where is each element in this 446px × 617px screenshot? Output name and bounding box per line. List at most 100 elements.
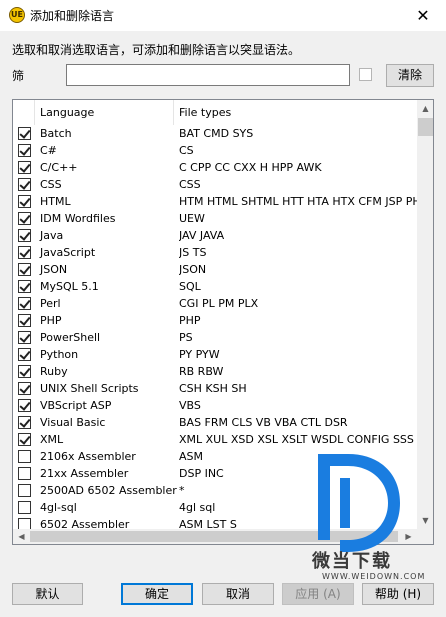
language-checkbox[interactable] (18, 399, 31, 412)
list-item[interactable]: JSON JSON (13, 261, 417, 278)
language-name: MySQL 5.1 (40, 280, 99, 293)
list-item[interactable]: JavaScript JS TS (13, 244, 417, 261)
file-types: UEW (179, 212, 205, 225)
language-name: VBScript ASP (40, 399, 112, 412)
list-item[interactable]: XML XML XUL XSD XSL XSLT WSDL CONFIG SSS (13, 431, 417, 448)
file-types: JSON (179, 263, 207, 276)
file-types: SQL (179, 280, 201, 293)
watermark-brand: 微当下载 (312, 551, 392, 572)
language-name: 2106x Assembler (40, 450, 136, 463)
list-item[interactable]: UNIX Shell Scripts CSH KSH SH (13, 380, 417, 397)
window-title: 添加和删除语言 (30, 9, 115, 23)
language-checkbox[interactable] (18, 144, 31, 157)
filter-input[interactable] (66, 64, 350, 86)
file-types: VBS (179, 399, 201, 412)
list-item[interactable]: Perl CGI PL PM PLX (13, 295, 417, 312)
language-checkbox[interactable] (18, 331, 31, 344)
filter-label: 筛 (12, 69, 25, 83)
language-name: C/C++ (40, 161, 78, 174)
language-checkbox[interactable] (18, 348, 31, 361)
list-item[interactable]: IDM Wordfiles UEW (13, 210, 417, 227)
default-button[interactable]: 默认 (12, 583, 83, 605)
language-checkbox[interactable] (18, 246, 31, 259)
file-types: CSS (179, 178, 201, 191)
list-item[interactable]: Ruby RB RBW (13, 363, 417, 380)
scroll-left-icon[interactable]: ◀ (13, 529, 30, 544)
clear-button[interactable]: 清除 (386, 64, 434, 87)
language-checkbox[interactable] (18, 518, 31, 529)
watermark-url: WWW.WEIDOWN.COM (322, 572, 426, 581)
language-checkbox[interactable] (18, 450, 31, 463)
file-types: C CPP CC CXX H HPP AWK (179, 161, 322, 174)
language-name: Perl (40, 297, 61, 310)
file-types: PS (179, 331, 193, 344)
title-bar: UE 添加和删除语言 ✕ (0, 0, 446, 31)
language-checkbox[interactable] (18, 382, 31, 395)
language-checkbox[interactable] (18, 433, 31, 446)
language-checkbox[interactable] (18, 297, 31, 310)
file-types: CGI PL PM PLX (179, 297, 259, 310)
language-checkbox[interactable] (18, 263, 31, 276)
cancel-button[interactable]: 取消 (202, 583, 274, 605)
language-name: XML (40, 433, 64, 446)
header-language[interactable]: Language (35, 100, 174, 125)
file-types: JS TS (179, 246, 207, 259)
language-checkbox[interactable] (18, 178, 31, 191)
file-types: PY PYW (179, 348, 220, 361)
language-name: 2500AD 6502 Assembler (40, 484, 177, 497)
language-name: C# (40, 144, 57, 157)
language-checkbox[interactable] (18, 127, 31, 140)
language-name: PowerShell (40, 331, 101, 344)
list-item[interactable]: CSS CSS (13, 176, 417, 193)
close-button[interactable]: ✕ (400, 0, 446, 31)
vertical-scroll-thumb[interactable] (418, 118, 433, 136)
list-item[interactable]: Visual Basic BAS FRM CLS VB VBA CTL DSR (13, 414, 417, 431)
file-types: CS (179, 144, 194, 157)
apply-button[interactable]: 应用 (A) (282, 583, 354, 605)
list-header: Language File types (13, 100, 417, 125)
language-name: 21xx Assembler (40, 467, 129, 480)
language-checkbox[interactable] (18, 416, 31, 429)
instructions-text: 选取和取消选取语言，可添加和删除语言以突显语法。 (12, 43, 301, 57)
file-types: PHP (179, 314, 201, 327)
language-name: HTML (40, 195, 71, 208)
language-name: JavaScript (40, 246, 96, 259)
language-name: Batch (40, 127, 72, 140)
language-checkbox[interactable] (18, 212, 31, 225)
header-file-types[interactable]: File types (174, 100, 417, 125)
scroll-up-icon[interactable]: ▲ (417, 100, 433, 117)
language-name: Ruby (40, 365, 68, 378)
language-name: JSON (40, 263, 68, 276)
file-types: HTM HTML SHTML HTT HTA HTX CFM JSP PHP P… (179, 195, 417, 208)
list-item[interactable]: C# CS (13, 142, 417, 159)
list-item[interactable]: Batch BAT CMD SYS (13, 125, 417, 142)
language-checkbox[interactable] (18, 314, 31, 327)
app-icon: UE (9, 7, 25, 23)
language-checkbox[interactable] (18, 484, 31, 497)
language-name: 6502 Assembler (40, 518, 130, 529)
language-name: Java (40, 229, 64, 242)
language-name: IDM Wordfiles (40, 212, 116, 225)
list-item[interactable]: MySQL 5.1 SQL (13, 278, 417, 295)
language-checkbox[interactable] (18, 229, 31, 242)
list-item[interactable]: Python PY PYW (13, 346, 417, 363)
filter-checkbox[interactable] (359, 68, 372, 81)
language-name: Visual Basic (40, 416, 106, 429)
language-checkbox[interactable] (18, 280, 31, 293)
list-item[interactable]: C/C++ C CPP CC CXX H HPP AWK (13, 159, 417, 176)
list-item[interactable]: Java JAV JAVA (13, 227, 417, 244)
language-name: UNIX Shell Scripts (40, 382, 139, 395)
language-name: PHP (40, 314, 62, 327)
list-item[interactable]: PowerShell PS (13, 329, 417, 346)
list-item[interactable]: HTML HTM HTML SHTML HTT HTA HTX CFM JSP P… (13, 193, 417, 210)
help-button[interactable]: 帮助 (H) (362, 583, 434, 605)
list-item[interactable]: PHP PHP (13, 312, 417, 329)
language-checkbox[interactable] (18, 195, 31, 208)
language-checkbox[interactable] (18, 161, 31, 174)
list-item[interactable]: VBScript ASP VBS (13, 397, 417, 414)
language-checkbox[interactable] (18, 501, 31, 514)
ok-button[interactable]: 确定 (121, 583, 193, 605)
language-checkbox[interactable] (18, 467, 31, 480)
header-check-column[interactable] (13, 100, 35, 125)
language-checkbox[interactable] (18, 365, 31, 378)
